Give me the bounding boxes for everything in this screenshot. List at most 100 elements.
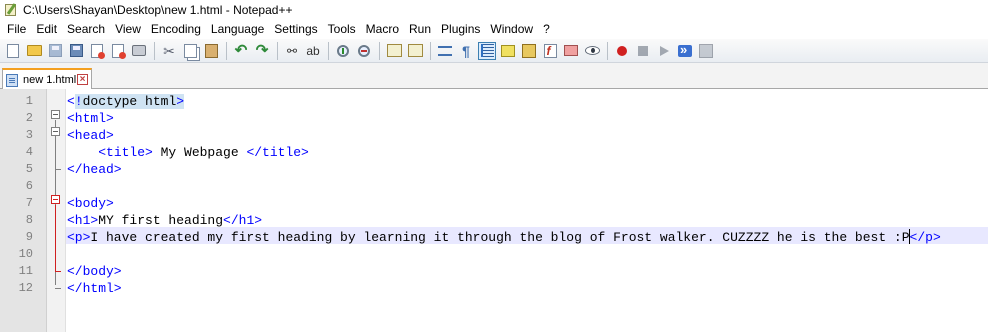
redo-icon: ↷ [255,41,269,59]
toolbar-separator [154,41,155,60]
close-all-icon [112,43,126,59]
document-map-button[interactable] [520,42,538,60]
html-tag-token: < [67,94,75,109]
sync-vertical-button[interactable] [385,42,403,60]
line-number: 10 [18,247,33,261]
undo-icon: ↶ [234,41,248,59]
line-number: 12 [18,281,33,295]
code-line[interactable]: 6 [0,178,988,195]
print-button[interactable] [130,42,148,60]
folder-workspace-icon [564,45,578,56]
tab-label: new 1.html [23,74,77,86]
menu-file[interactable]: File [2,19,31,39]
toolbar-separator [226,41,227,60]
sync-horizontal-button[interactable] [406,42,424,60]
menu-bar: File Edit Search View Encoding Language … [0,19,988,39]
stop-icon [638,45,648,56]
zoom-out-button[interactable] [355,42,373,60]
zoom-in-button[interactable] [334,42,352,60]
close-all-button[interactable] [109,42,127,60]
toolbar-separator [328,41,329,60]
save-all-button[interactable] [67,42,85,60]
redo-button[interactable]: ↷ [253,42,271,60]
code-line[interactable]: 7 <body> [0,195,988,212]
save-macro-icon [699,43,713,58]
open-file-button[interactable] [25,42,43,60]
html-tag-token: <head> [67,128,114,143]
record-macro-button[interactable] [613,42,631,60]
new-file-icon [7,43,19,58]
menu-view[interactable]: View [110,19,146,39]
code-line[interactable]: 3 <head> [0,127,988,144]
html-tag-token: > [176,94,185,109]
eye-icon [584,46,600,55]
find-button[interactable]: ⚯ [283,42,301,60]
monitoring-button[interactable] [583,42,601,60]
menu-help[interactable]: ? [538,19,555,39]
user-language-icon [501,44,515,57]
code-editor[interactable]: 1 <!doctype html> 2 <html> 3 <head> 4 <title> … [0,89,988,332]
indent-guide-button[interactable] [478,41,496,60]
indent-guide-icon [480,44,494,57]
code-line[interactable]: 4 <title> My Webpage </title> [0,144,988,161]
menu-window[interactable]: Window [485,19,538,39]
sync-vertical-icon [386,44,402,57]
html-tag-token: </body> [67,264,122,279]
close-tab-icon[interactable]: × [77,74,88,85]
file-icon [6,73,18,87]
stop-recording-button[interactable] [634,42,652,60]
line-content: <!doctype html> [67,93,185,110]
menu-tools[interactable]: Tools [323,19,361,39]
code-line[interactable]: 12 </html> [0,280,988,297]
line-number: 11 [18,264,33,278]
new-file-button[interactable] [4,42,22,60]
paste-button[interactable] [202,42,220,60]
folder-workspace-button[interactable] [562,42,580,60]
code-line[interactable]: 5 </head> [0,161,988,178]
printer-icon [132,45,146,56]
code-line[interactable]: 10 [0,246,988,263]
code-line[interactable]: 11 </body> [0,263,988,280]
menu-encoding[interactable]: Encoding [146,19,206,39]
menu-settings[interactable]: Settings [269,19,322,39]
playback-button[interactable] [655,42,673,60]
cut-button[interactable]: ✂ [160,42,178,60]
user-language-button[interactable] [499,42,517,60]
line-number: 6 [25,179,33,193]
copy-button[interactable] [181,42,199,60]
save-button[interactable] [46,42,64,60]
code-line[interactable]: 8 <h1>MY first heading</h1> [0,212,988,229]
word-wrap-button[interactable] [436,42,454,60]
menu-plugins[interactable]: Plugins [436,19,485,39]
tab-new-1-html[interactable]: new 1.html × [2,68,92,90]
menu-edit[interactable]: Edit [31,19,62,39]
code-line[interactable]: 9 <p>I have created my first heading by l… [0,229,988,246]
show-all-chars-button[interactable]: ¶ [457,42,475,60]
html-tag-token: </head> [67,162,122,177]
window-title: C:\Users\Shayan\Desktop\new 1.html - Not… [23,2,293,17]
line-content: </html> [67,280,122,297]
save-macro-button[interactable] [697,42,715,60]
line-number: 7 [25,196,33,210]
paste-icon [204,43,218,58]
toolbar-separator [607,41,608,60]
scissors-icon: ✂ [163,42,175,59]
title-bar: C:\Users\Shayan\Desktop\new 1.html - Not… [0,0,988,19]
menu-macro[interactable]: Macro [361,19,404,39]
function-list-button[interactable] [541,42,559,60]
html-tag-token: </p> [909,230,941,245]
code-line[interactable]: 1 <!doctype html> [0,93,988,110]
sync-horizontal-icon [407,44,423,57]
replace-button[interactable]: ab [304,42,322,60]
text-token: I have created my first heading by learn… [90,230,910,245]
menu-search[interactable]: Search [62,19,110,39]
code-line[interactable]: 2 <html> [0,110,988,127]
html-tag-token: <title> [98,145,153,160]
run-macro-multiple-button[interactable] [676,42,694,60]
line-content: <title> My Webpage </title> [67,144,309,161]
close-button[interactable] [88,42,106,60]
undo-button[interactable]: ↶ [232,42,250,60]
replace-icon: ab [306,43,320,58]
menu-language[interactable]: Language [206,19,269,39]
menu-run[interactable]: Run [404,19,436,39]
